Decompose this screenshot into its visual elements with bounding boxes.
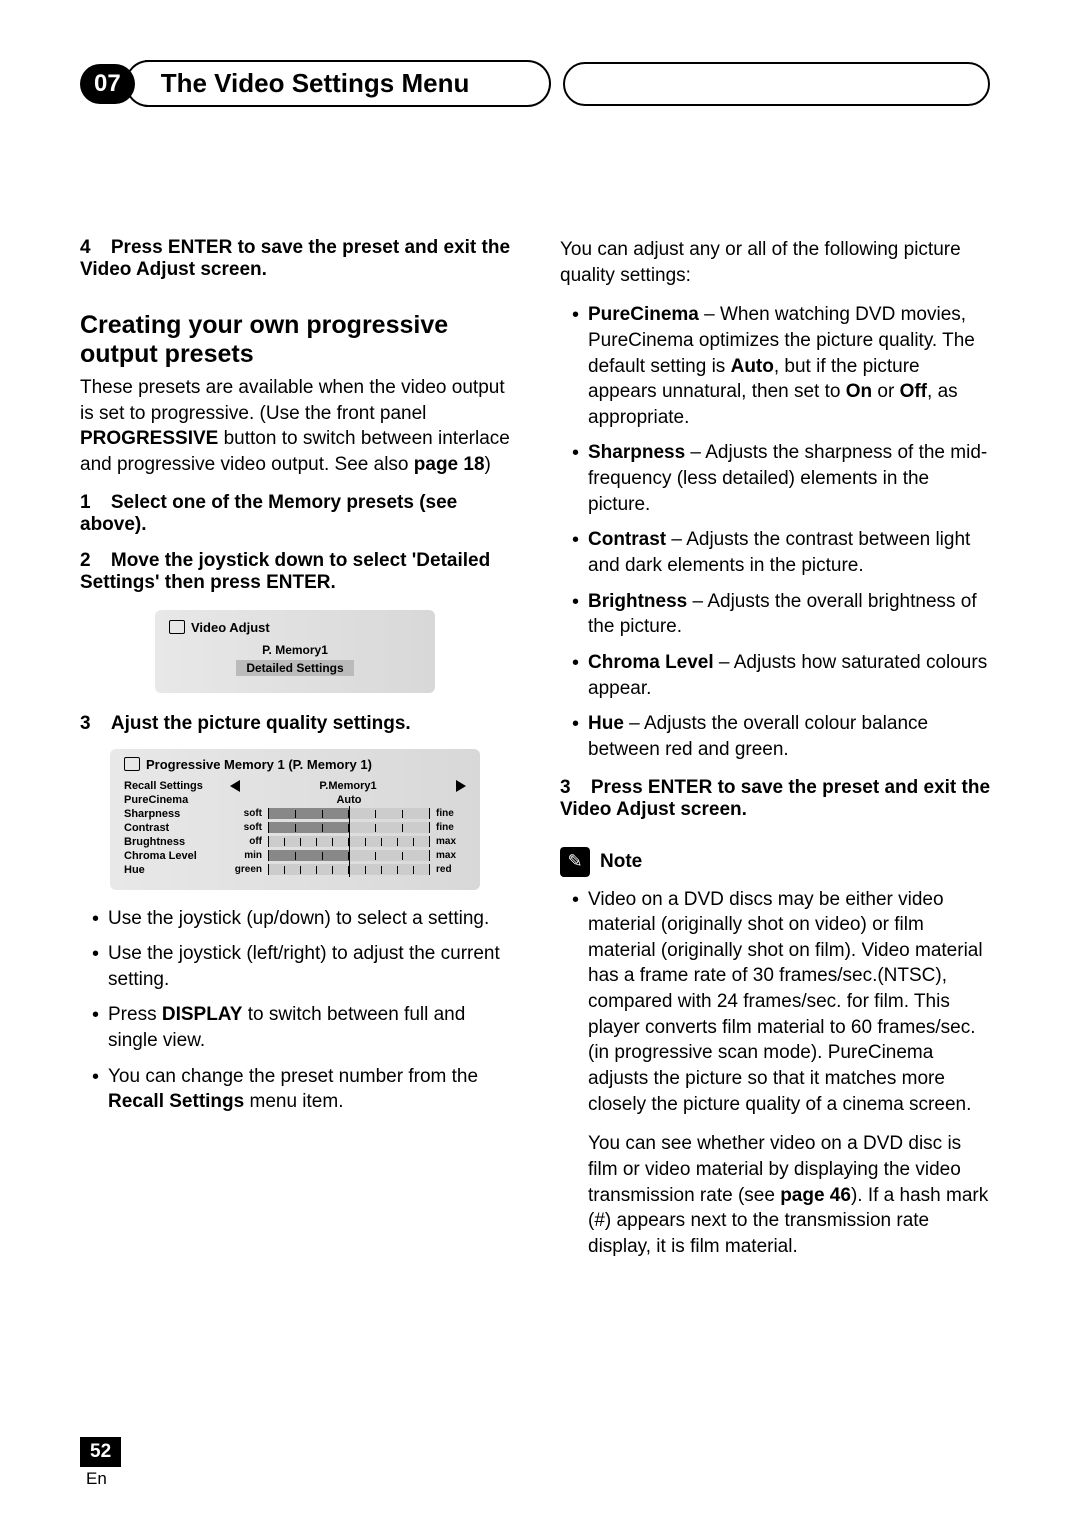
step-text: Select one of the Memory presets (see ab…	[80, 492, 457, 535]
page-footer: 52 En	[80, 1437, 121, 1489]
intro-paragraph: These presets are available when the vid…	[80, 375, 510, 478]
osd-title: Progressive Memory 1 (P. Memory 1)	[146, 757, 372, 772]
osd-row-contrast: Contrast soft fine	[124, 822, 466, 834]
arrow-right-icon	[456, 780, 466, 792]
osd-row-recall: Recall Settings P.Memory1	[124, 780, 466, 792]
bullet-item: Use the joystick (left/right) to adjust …	[80, 941, 510, 992]
step-text: Press ENTER to save the preset and exit …	[80, 237, 510, 280]
slider	[268, 808, 430, 819]
note-label: Note	[600, 851, 642, 873]
step-number: 3	[80, 713, 91, 734]
osd-row-hue: Hue green red	[124, 864, 466, 876]
bullet-brightness: Brightness – Adjusts the overall brightn…	[560, 589, 990, 640]
chapter-title-wrap: The Video Settings Menu	[145, 60, 990, 107]
tv-icon	[169, 620, 185, 634]
step-3-right: 3 Press ENTER to save the preset and exi…	[560, 777, 990, 821]
tv-icon	[124, 757, 140, 771]
bullet-sharpness: Sharpness – Adjusts the sharpness of the…	[560, 440, 990, 517]
osd-row-sharpness: Sharpness soft fine	[124, 808, 466, 820]
settings-bullets: PureCinema – When watching DVD movies, P…	[560, 302, 990, 762]
step-number: 1	[80, 492, 91, 513]
bullet-item: Use the joystick (up/down) to select a s…	[80, 906, 510, 932]
step-text: Move the joystick down to select 'Detail…	[80, 550, 490, 593]
bullet-item: You can change the preset number from th…	[80, 1064, 510, 1115]
bullet-purecinema: PureCinema – When watching DVD movies, P…	[560, 302, 990, 430]
bullet-chroma: Chroma Level – Adjusts how saturated col…	[560, 650, 990, 701]
osd-title-row: Progressive Memory 1 (P. Memory 1)	[124, 757, 466, 772]
step-text: Ajust the picture quality settings.	[95, 713, 411, 734]
step-number: 2	[80, 550, 91, 571]
note-paragraph-1: Video on a DVD discs may be either video…	[560, 887, 990, 1118]
bullet-hue: Hue – Adjusts the overall colour balance…	[560, 711, 990, 762]
pencil-icon	[560, 847, 590, 877]
osd-title: Video Adjust	[191, 620, 270, 635]
adjust-bullets: Use the joystick (up/down) to select a s…	[80, 906, 510, 1115]
slider	[268, 822, 430, 833]
right-column: You can adjust any or all of the followi…	[560, 237, 990, 1274]
osd-row-chroma: Chroma Level min max	[124, 850, 466, 862]
intro-right: You can adjust any or all of the followi…	[560, 237, 990, 288]
step-2: 2 Move the joystick down to select 'Deta…	[80, 550, 510, 594]
slider	[268, 850, 430, 861]
chapter-title: The Video Settings Menu	[145, 60, 552, 107]
chapter-header: 07 The Video Settings Menu	[80, 60, 990, 107]
step-1: 1 Select one of the Memory presets (see …	[80, 492, 510, 536]
step-number: 3	[560, 777, 571, 798]
osd-row-brightness: Brughtness off max	[124, 836, 466, 848]
osd-row-purecinema: PureCinema Auto	[124, 794, 466, 806]
osd-line-memory: P. Memory1	[169, 643, 421, 657]
page-language: En	[86, 1469, 121, 1489]
bullet-item: Press DISPLAY to switch between full and…	[80, 1002, 510, 1053]
osd-title-row: Video Adjust	[169, 620, 421, 635]
osd-line-detailed: Detailed Settings	[169, 660, 421, 676]
step-number: 4	[80, 237, 91, 258]
step-text: Press ENTER to save the preset and exit …	[560, 777, 990, 820]
section-heading: Creating your own progressive output pre…	[80, 311, 510, 369]
left-column: 4 Press ENTER to save the preset and exi…	[80, 237, 510, 1274]
step-4: 4 Press ENTER to save the preset and exi…	[80, 237, 510, 281]
note-header: Note	[560, 847, 990, 877]
slider	[268, 864, 430, 875]
note-paragraph-2: You can see whether video on a DVD disc …	[560, 1131, 990, 1259]
osd-progressive-memory: Progressive Memory 1 (P. Memory 1) Recal…	[110, 749, 480, 890]
header-empty-pill	[563, 62, 990, 106]
osd-video-adjust: Video Adjust P. Memory1 Detailed Setting…	[155, 610, 435, 693]
arrow-left-icon	[230, 780, 240, 792]
main-content: 4 Press ENTER to save the preset and exi…	[80, 237, 990, 1274]
step-3: 3 Ajust the picture quality settings.	[80, 713, 510, 735]
bullet-contrast: Contrast – Adjusts the contrast between …	[560, 527, 990, 578]
slider	[268, 836, 430, 847]
page-number: 52	[80, 1437, 121, 1467]
